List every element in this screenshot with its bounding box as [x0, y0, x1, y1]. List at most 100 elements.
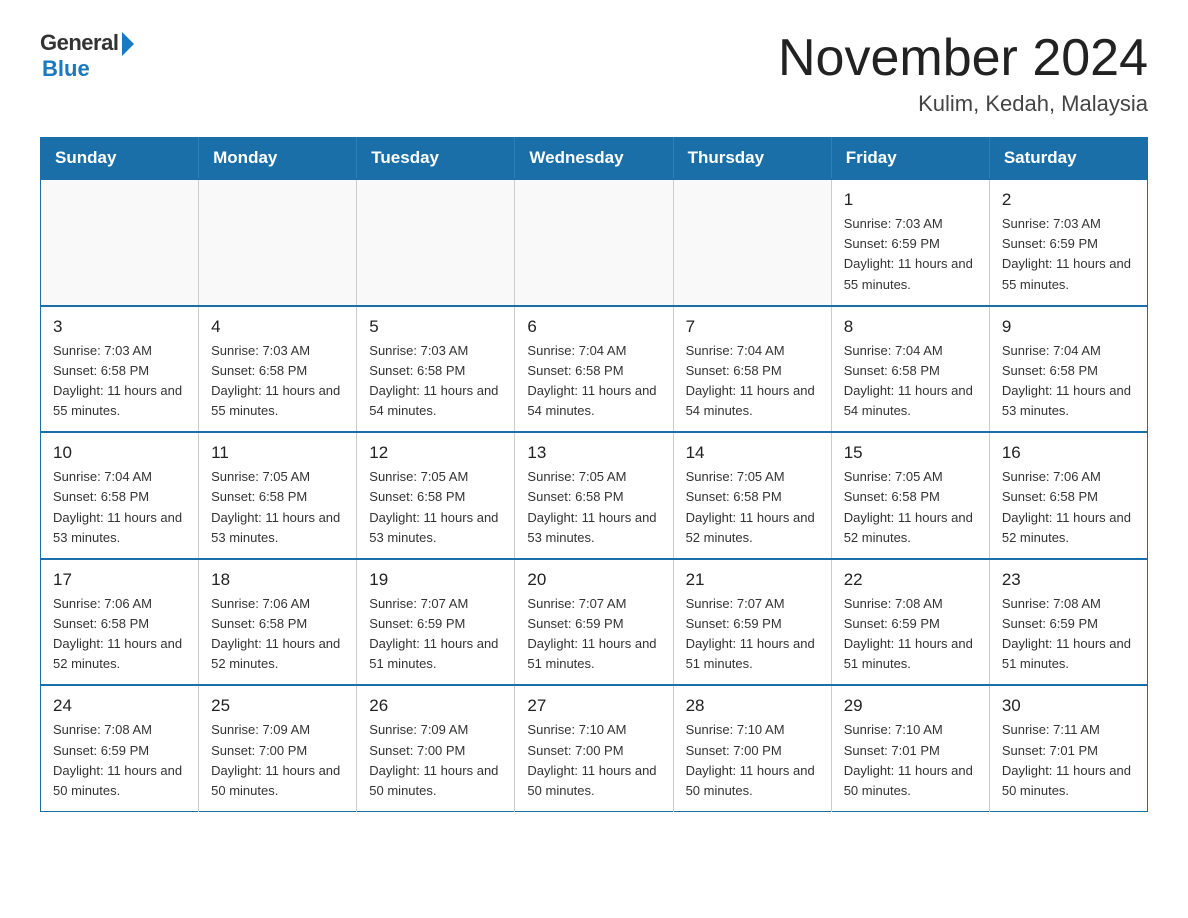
calendar-cell: 8 Sunrise: 7:04 AM Sunset: 6:58 PM Daylig… — [831, 306, 989, 433]
day-number: 21 — [686, 570, 819, 590]
day-info: Sunrise: 7:05 AM Sunset: 6:58 PM Dayligh… — [369, 467, 502, 548]
day-number: 14 — [686, 443, 819, 463]
calendar-cell: 17 Sunrise: 7:06 AM Sunset: 6:58 PM Dayli… — [41, 559, 199, 686]
day-info: Sunrise: 7:04 AM Sunset: 6:58 PM Dayligh… — [1002, 341, 1135, 422]
calendar-table: SundayMondayTuesdayWednesdayThursdayFrid… — [40, 137, 1148, 812]
day-info: Sunrise: 7:04 AM Sunset: 6:58 PM Dayligh… — [53, 467, 186, 548]
day-info: Sunrise: 7:07 AM Sunset: 6:59 PM Dayligh… — [686, 594, 819, 675]
calendar-cell — [515, 179, 673, 306]
calendar-header-friday: Friday — [831, 138, 989, 180]
day-number: 27 — [527, 696, 660, 716]
day-number: 15 — [844, 443, 977, 463]
calendar-cell: 14 Sunrise: 7:05 AM Sunset: 6:58 PM Dayli… — [673, 432, 831, 559]
page-subtitle: Kulim, Kedah, Malaysia — [778, 91, 1148, 117]
calendar-cell: 29 Sunrise: 7:10 AM Sunset: 7:01 PM Dayli… — [831, 685, 989, 811]
calendar-cell: 20 Sunrise: 7:07 AM Sunset: 6:59 PM Dayli… — [515, 559, 673, 686]
day-number: 6 — [527, 317, 660, 337]
day-number: 25 — [211, 696, 344, 716]
day-number: 30 — [1002, 696, 1135, 716]
day-info: Sunrise: 7:09 AM Sunset: 7:00 PM Dayligh… — [211, 720, 344, 801]
calendar-cell — [357, 179, 515, 306]
day-number: 26 — [369, 696, 502, 716]
day-info: Sunrise: 7:08 AM Sunset: 6:59 PM Dayligh… — [844, 594, 977, 675]
calendar-week-row: 3 Sunrise: 7:03 AM Sunset: 6:58 PM Daylig… — [41, 306, 1148, 433]
day-info: Sunrise: 7:05 AM Sunset: 6:58 PM Dayligh… — [527, 467, 660, 548]
day-number: 18 — [211, 570, 344, 590]
calendar-week-row: 1 Sunrise: 7:03 AM Sunset: 6:59 PM Daylig… — [41, 179, 1148, 306]
calendar-cell: 3Sunrise: 7:03 AM Sunset: 6:58 PM Daylig… — [41, 306, 199, 433]
calendar-cell: 25 Sunrise: 7:09 AM Sunset: 7:00 PM Dayli… — [199, 685, 357, 811]
day-info: Sunrise: 7:10 AM Sunset: 7:00 PM Dayligh… — [686, 720, 819, 801]
day-number: 1 — [844, 190, 977, 210]
day-info: Sunrise: 7:05 AM Sunset: 6:58 PM Dayligh… — [686, 467, 819, 548]
day-number: 17 — [53, 570, 186, 590]
day-info: Sunrise: 7:10 AM Sunset: 7:00 PM Dayligh… — [527, 720, 660, 801]
day-number: 2 — [1002, 190, 1135, 210]
day-info: Sunrise: 7:08 AM Sunset: 6:59 PM Dayligh… — [1002, 594, 1135, 675]
day-info: Sunrise: 7:07 AM Sunset: 6:59 PM Dayligh… — [527, 594, 660, 675]
day-info: Sunrise: 7:07 AM Sunset: 6:59 PM Dayligh… — [369, 594, 502, 675]
day-number: 8 — [844, 317, 977, 337]
calendar-cell: 28Sunrise: 7:10 AM Sunset: 7:00 PM Dayli… — [673, 685, 831, 811]
day-info: Sunrise: 7:03 AM Sunset: 6:59 PM Dayligh… — [1002, 214, 1135, 295]
calendar-cell: 4 Sunrise: 7:03 AM Sunset: 6:58 PM Daylig… — [199, 306, 357, 433]
day-number: 29 — [844, 696, 977, 716]
calendar-cell: 16Sunrise: 7:06 AM Sunset: 6:58 PM Dayli… — [989, 432, 1147, 559]
day-info: Sunrise: 7:05 AM Sunset: 6:58 PM Dayligh… — [211, 467, 344, 548]
calendar-cell: 30Sunrise: 7:11 AM Sunset: 7:01 PM Dayli… — [989, 685, 1147, 811]
calendar-week-row: 24 Sunrise: 7:08 AM Sunset: 6:59 PM Dayli… — [41, 685, 1148, 811]
calendar-cell: 15 Sunrise: 7:05 AM Sunset: 6:58 PM Dayli… — [831, 432, 989, 559]
calendar-cell: 22 Sunrise: 7:08 AM Sunset: 6:59 PM Dayli… — [831, 559, 989, 686]
day-info: Sunrise: 7:03 AM Sunset: 6:59 PM Dayligh… — [844, 214, 977, 295]
day-info: Sunrise: 7:09 AM Sunset: 7:00 PM Dayligh… — [369, 720, 502, 801]
day-number: 13 — [527, 443, 660, 463]
logo-general-text: General — [40, 30, 118, 56]
calendar-cell: 6Sunrise: 7:04 AM Sunset: 6:58 PM Daylig… — [515, 306, 673, 433]
day-info: Sunrise: 7:08 AM Sunset: 6:59 PM Dayligh… — [53, 720, 186, 801]
day-number: 11 — [211, 443, 344, 463]
calendar-cell: 2 Sunrise: 7:03 AM Sunset: 6:59 PM Daylig… — [989, 179, 1147, 306]
day-info: Sunrise: 7:04 AM Sunset: 6:58 PM Dayligh… — [686, 341, 819, 422]
calendar-cell: 13 Sunrise: 7:05 AM Sunset: 6:58 PM Dayli… — [515, 432, 673, 559]
day-info: Sunrise: 7:06 AM Sunset: 6:58 PM Dayligh… — [53, 594, 186, 675]
calendar-cell: 21 Sunrise: 7:07 AM Sunset: 6:59 PM Dayli… — [673, 559, 831, 686]
calendar-header-tuesday: Tuesday — [357, 138, 515, 180]
calendar-header-saturday: Saturday — [989, 138, 1147, 180]
day-number: 3 — [53, 317, 186, 337]
calendar-cell: 5Sunrise: 7:03 AM Sunset: 6:58 PM Daylig… — [357, 306, 515, 433]
calendar-cell: 23 Sunrise: 7:08 AM Sunset: 6:59 PM Dayli… — [989, 559, 1147, 686]
calendar-cell: 10Sunrise: 7:04 AM Sunset: 6:58 PM Dayli… — [41, 432, 199, 559]
calendar-week-row: 17 Sunrise: 7:06 AM Sunset: 6:58 PM Dayli… — [41, 559, 1148, 686]
day-number: 16 — [1002, 443, 1135, 463]
calendar-cell — [199, 179, 357, 306]
calendar-cell: 9 Sunrise: 7:04 AM Sunset: 6:58 PM Daylig… — [989, 306, 1147, 433]
calendar-header-wednesday: Wednesday — [515, 138, 673, 180]
day-number: 4 — [211, 317, 344, 337]
day-number: 22 — [844, 570, 977, 590]
calendar-cell — [673, 179, 831, 306]
calendar-cell: 7 Sunrise: 7:04 AM Sunset: 6:58 PM Daylig… — [673, 306, 831, 433]
logo-arrow-icon — [122, 32, 134, 56]
day-number: 24 — [53, 696, 186, 716]
day-number: 7 — [686, 317, 819, 337]
calendar-cell: 12 Sunrise: 7:05 AM Sunset: 6:58 PM Dayli… — [357, 432, 515, 559]
calendar-cell: 27 Sunrise: 7:10 AM Sunset: 7:00 PM Dayli… — [515, 685, 673, 811]
day-number: 23 — [1002, 570, 1135, 590]
day-info: Sunrise: 7:10 AM Sunset: 7:01 PM Dayligh… — [844, 720, 977, 801]
day-number: 20 — [527, 570, 660, 590]
logo: General Blue — [40, 30, 134, 82]
day-info: Sunrise: 7:03 AM Sunset: 6:58 PM Dayligh… — [211, 341, 344, 422]
calendar-cell: 19Sunrise: 7:07 AM Sunset: 6:59 PM Dayli… — [357, 559, 515, 686]
day-number: 9 — [1002, 317, 1135, 337]
calendar-cell: 18Sunrise: 7:06 AM Sunset: 6:58 PM Dayli… — [199, 559, 357, 686]
calendar-header-sunday: Sunday — [41, 138, 199, 180]
day-info: Sunrise: 7:05 AM Sunset: 6:58 PM Dayligh… — [844, 467, 977, 548]
logo-blue-text: Blue — [42, 56, 90, 82]
calendar-header-monday: Monday — [199, 138, 357, 180]
page-header: General Blue November 2024 Kulim, Kedah,… — [40, 30, 1148, 117]
page-title: November 2024 — [778, 30, 1148, 87]
calendar-cell — [41, 179, 199, 306]
day-number: 12 — [369, 443, 502, 463]
day-info: Sunrise: 7:04 AM Sunset: 6:58 PM Dayligh… — [844, 341, 977, 422]
calendar-cell: 24 Sunrise: 7:08 AM Sunset: 6:59 PM Dayli… — [41, 685, 199, 811]
